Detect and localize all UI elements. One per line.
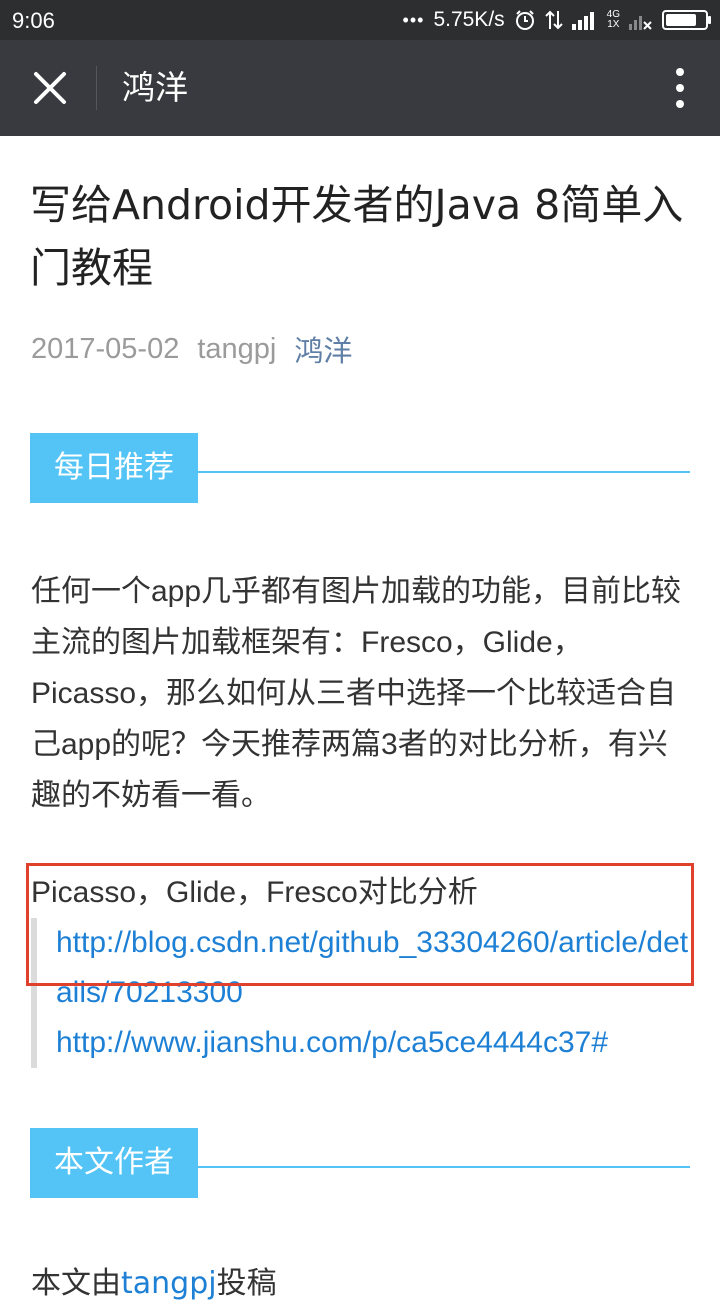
account-link[interactable]: 鸿洋	[294, 328, 352, 370]
section-tag: 本文作者	[30, 1128, 198, 1198]
article-title: 写给Android开发者的Java 8简单入门教程	[30, 181, 684, 292]
network-type-bottom: 1X	[607, 19, 620, 30]
author-intro-suffix: 投稿	[216, 1266, 277, 1301]
notification-dots: •••	[402, 9, 425, 30]
more-vertical-icon[interactable]	[672, 66, 688, 110]
data-transfer-icon	[544, 10, 563, 30]
alarm-icon	[515, 10, 534, 30]
battery-icon	[662, 10, 711, 30]
section-line	[198, 471, 690, 473]
status-icons: ••• 5.75K/s 4G 1X	[402, 8, 711, 32]
section-tag: 每日推荐	[30, 433, 198, 503]
intro-paragraph: 任何一个app几乎都有图片加载的功能，目前比较主流的图片加载框架有：Fresco…	[31, 575, 682, 812]
network-type: 4G 1X	[607, 10, 620, 30]
header-title: 鸿洋	[122, 68, 188, 107]
article-meta: 2017-05-02 tangpj 鸿洋	[31, 328, 352, 370]
status-time: 9:06	[12, 8, 55, 33]
highlight-box	[26, 863, 694, 986]
section-header-author: 本文作者	[30, 1128, 690, 1198]
close-icon[interactable]	[28, 66, 72, 110]
status-bar: 9:06 ••• 5.75K/s 4G 1X	[0, 0, 720, 40]
section-line	[198, 1166, 690, 1168]
signal-off-icon	[629, 16, 652, 30]
author-intro: 本文由tangpj投稿	[31, 1264, 277, 1304]
article-date: 2017-05-02	[31, 332, 180, 365]
article-author: tangpj	[197, 332, 277, 365]
network-speed: 5.75K/s	[433, 8, 505, 31]
app-header: 鸿洋	[0, 40, 720, 136]
author-link[interactable]: tangpj	[121, 1266, 217, 1301]
link-jianshu[interactable]: http://www.jianshu.com/p/ca5ce4444c37#	[37, 1018, 697, 1068]
signal-icon	[571, 12, 594, 30]
section-header-daily: 每日推荐	[30, 433, 690, 503]
header-divider	[96, 66, 97, 110]
author-intro-prefix: 本文由	[31, 1266, 121, 1301]
